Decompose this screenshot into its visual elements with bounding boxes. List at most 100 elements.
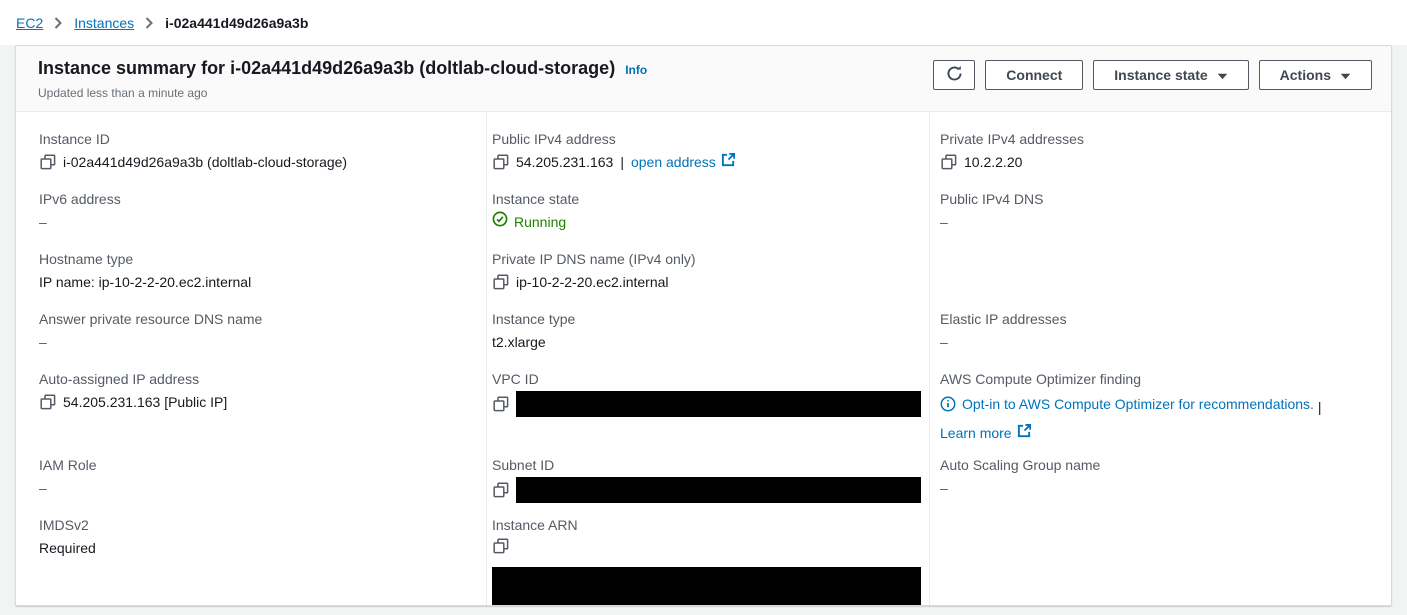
header-actions: Connect Instance state Actions	[933, 60, 1372, 90]
field-private-ipv4: Private IPv4 addresses 10.2.2.20	[940, 129, 1371, 189]
private-dns-value: ip-10-2-2-20.ec2.internal	[516, 271, 669, 293]
imdsv2-value: Required	[39, 537, 96, 559]
field-instance-arn: Instance ARN	[492, 515, 921, 605]
field-instance-id: Instance ID i-02a441d49d26a9a3b (doltlab…	[39, 129, 468, 189]
field-label: Private IPv4 addresses	[940, 129, 1371, 149]
public-ipv4-dns-value: –	[940, 211, 948, 233]
field-auto-assigned-ip: Auto-assigned IP address 54.205.231.163 …	[39, 369, 468, 455]
summary-column-1: Instance ID i-02a441d49d26a9a3b (doltlab…	[16, 112, 486, 605]
copy-icon[interactable]	[492, 537, 509, 554]
field-label: IPv6 address	[39, 189, 468, 209]
breadcrumb-bar: EC2 Instances i-02a441d49d26a9a3b	[0, 0, 1407, 45]
learn-more-link[interactable]: Learn more	[940, 420, 1032, 446]
open-address-link-label: open address	[631, 151, 716, 173]
field-imdsv2: IMDSv2 Required	[39, 515, 468, 559]
actions-dropdown-button[interactable]: Actions	[1259, 60, 1372, 90]
card-header: Instance summary for i-02a441d49d26a9a3b…	[16, 46, 1391, 112]
instance-arn-redacted-value	[492, 567, 921, 605]
field-label: Instance ARN	[492, 515, 921, 535]
card-header-left: Instance summary for i-02a441d49d26a9a3b…	[38, 58, 647, 100]
refresh-icon	[946, 65, 963, 85]
field-instance-state: Instance state Running	[492, 189, 921, 249]
instance-state-button-label: Instance state	[1114, 67, 1207, 83]
instance-state-text: Running	[514, 211, 566, 233]
answer-private-dns-value: –	[39, 331, 47, 353]
compute-optimizer-value: Opt-in to AWS Compute Optimizer for reco…	[940, 391, 1371, 446]
copy-icon[interactable]	[940, 154, 957, 171]
field-label: Instance state	[492, 189, 921, 209]
vpc-id-redacted-value	[516, 391, 921, 417]
card-body: Instance ID i-02a441d49d26a9a3b (doltlab…	[16, 112, 1391, 605]
updated-status-text: Updated less than a minute ago	[38, 86, 647, 100]
copy-icon[interactable]	[492, 396, 509, 413]
field-instance-type: Instance type t2.xlarge	[492, 309, 921, 369]
instance-type-value: t2.xlarge	[492, 331, 546, 353]
breadcrumb: EC2 Instances i-02a441d49d26a9a3b	[16, 15, 308, 31]
copy-icon[interactable]	[39, 394, 56, 411]
field-label: Hostname type	[39, 249, 468, 269]
field-label: Private IP DNS name (IPv4 only)	[492, 249, 921, 269]
elastic-ip-value: –	[940, 331, 948, 353]
info-link[interactable]: Info	[625, 63, 647, 77]
connect-button-label: Connect	[1006, 67, 1062, 83]
refresh-button[interactable]	[933, 60, 975, 90]
separator: |	[620, 151, 624, 173]
instance-id-value: i-02a441d49d26a9a3b (doltlab-cloud-stora…	[63, 151, 347, 173]
field-answer-private-dns: Answer private resource DNS name –	[39, 309, 468, 369]
field-compute-optimizer: AWS Compute Optimizer finding Opt-in to …	[940, 369, 1371, 455]
subnet-id-redacted-value	[516, 477, 921, 503]
public-ipv4-value: 54.205.231.163	[516, 151, 613, 173]
instance-state-dropdown-button[interactable]: Instance state	[1093, 60, 1248, 90]
copy-icon[interactable]	[492, 274, 509, 291]
external-link-icon	[1017, 420, 1032, 446]
field-label: Auto-assigned IP address	[39, 369, 468, 389]
optimizer-opt-in-link[interactable]: Opt-in to AWS Compute Optimizer for reco…	[940, 391, 1314, 417]
learn-more-link-label: Learn more	[940, 420, 1012, 446]
breadcrumb-current-instance: i-02a441d49d26a9a3b	[165, 15, 308, 31]
caret-down-icon	[1340, 67, 1351, 83]
field-label: Instance type	[492, 309, 921, 329]
field-label: Public IPv4 address	[492, 129, 921, 149]
actions-button-label: Actions	[1280, 67, 1331, 83]
info-circle-icon	[940, 396, 956, 412]
asg-name-value: –	[940, 477, 948, 499]
connect-button[interactable]: Connect	[985, 60, 1083, 90]
field-label: Subnet ID	[492, 455, 921, 475]
breadcrumb-ec2[interactable]: EC2	[16, 15, 43, 31]
field-label: Public IPv4 DNS	[940, 189, 1371, 209]
field-public-ipv4-address: Public IPv4 address 54.205.231.163 | ope…	[492, 129, 921, 189]
field-label: Answer private resource DNS name	[39, 309, 468, 329]
summary-column-3: Private IPv4 addresses 10.2.2.20 Public …	[929, 112, 1391, 605]
optimizer-opt-in-link-label: Opt-in to AWS Compute Optimizer for reco…	[962, 391, 1314, 417]
external-link-icon	[721, 151, 736, 173]
field-label: VPC ID	[492, 369, 921, 389]
copy-icon[interactable]	[492, 154, 509, 171]
private-ipv4-value: 10.2.2.20	[964, 151, 1022, 173]
field-label: Auto Scaling Group name	[940, 455, 1371, 475]
copy-icon[interactable]	[39, 154, 56, 171]
instance-state-value: Running	[492, 211, 566, 233]
breadcrumb-instances[interactable]: Instances	[74, 15, 134, 31]
copy-icon[interactable]	[492, 482, 509, 499]
field-iam-role: IAM Role –	[39, 455, 468, 515]
field-public-ipv4-dns: Public IPv4 DNS –	[940, 189, 1371, 309]
chevron-right-icon	[145, 17, 154, 29]
auto-assigned-ip-value: 54.205.231.163 [Public IP]	[63, 391, 227, 413]
chevron-right-icon	[54, 17, 63, 29]
open-address-link[interactable]: open address	[631, 151, 736, 173]
field-label: Elastic IP addresses	[940, 309, 1371, 329]
field-private-dns: Private IP DNS name (IPv4 only) ip-10-2-…	[492, 249, 921, 309]
separator: |	[1318, 399, 1322, 415]
ipv6-value: –	[39, 211, 47, 233]
field-label: Instance ID	[39, 129, 468, 149]
summary-column-2: Public IPv4 address 54.205.231.163 | ope…	[486, 112, 929, 605]
check-circle-icon	[492, 211, 508, 233]
field-vpc-id: VPC ID	[492, 369, 921, 455]
iam-role-value: –	[39, 477, 47, 499]
field-label: IMDSv2	[39, 515, 468, 535]
caret-down-icon	[1217, 67, 1228, 83]
field-hostname-type: Hostname type IP name: ip-10-2-2-20.ec2.…	[39, 249, 468, 309]
field-ipv6-address: IPv6 address –	[39, 189, 468, 249]
page-title: Instance summary for i-02a441d49d26a9a3b…	[38, 58, 615, 79]
instance-summary-card: Instance summary for i-02a441d49d26a9a3b…	[15, 45, 1392, 606]
